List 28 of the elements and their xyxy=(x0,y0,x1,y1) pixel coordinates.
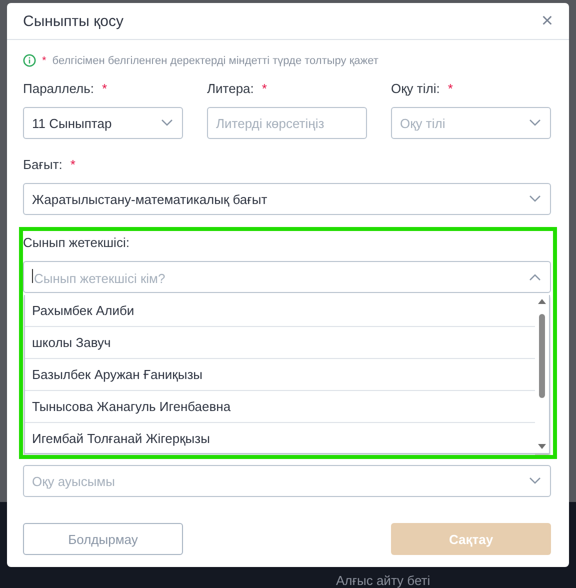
required-mark: * xyxy=(262,81,267,97)
input-field[interactable]: Литерді көрсетіңіз xyxy=(207,107,367,139)
dropdown-option[interactable]: Тынысова Жанагуль Игенбаевна xyxy=(25,391,535,423)
select-field[interactable]: Жаратылыстану-математикалық бағыт xyxy=(23,183,551,215)
info-icon xyxy=(23,54,36,67)
dialog-title: Сыныпты қосу xyxy=(23,12,124,30)
chevron-icon xyxy=(529,119,541,127)
required-mark: * xyxy=(42,54,46,66)
notice-text: белгісімен белгіленген деректерді міндетті түрде толтыру қажет xyxy=(52,54,378,66)
required-mark: * xyxy=(448,81,453,97)
field-label: Литера: xyxy=(207,81,254,97)
chevron-icon xyxy=(529,477,541,485)
chevron-icon xyxy=(529,195,541,203)
dropdown-option[interactable]: Рахымбек Алиби xyxy=(25,295,535,327)
close-button[interactable]: × xyxy=(541,10,553,32)
required-mark: * xyxy=(70,157,76,173)
field-label: Оқу тілі: xyxy=(391,81,440,97)
page-text: Алғыс айту беті xyxy=(336,573,430,588)
dropdown-option[interactable]: школы Завуч xyxy=(25,327,535,359)
field-label: Сынып жетекшісі: xyxy=(23,235,130,251)
dropdown-option[interactable]: Базылбек Аружан Ғаниқызы xyxy=(25,359,535,391)
field-label: Бағыт: xyxy=(23,157,62,173)
field-label: Параллель: xyxy=(23,81,94,97)
chevron-icon xyxy=(529,273,541,281)
chevron-icon xyxy=(161,119,173,127)
dropdown-option[interactable]: Игембай Толғанай Жігерқызы xyxy=(25,423,535,455)
required-mark: * xyxy=(102,81,108,97)
select-field[interactable]: 11 Сыныптар xyxy=(23,107,183,139)
